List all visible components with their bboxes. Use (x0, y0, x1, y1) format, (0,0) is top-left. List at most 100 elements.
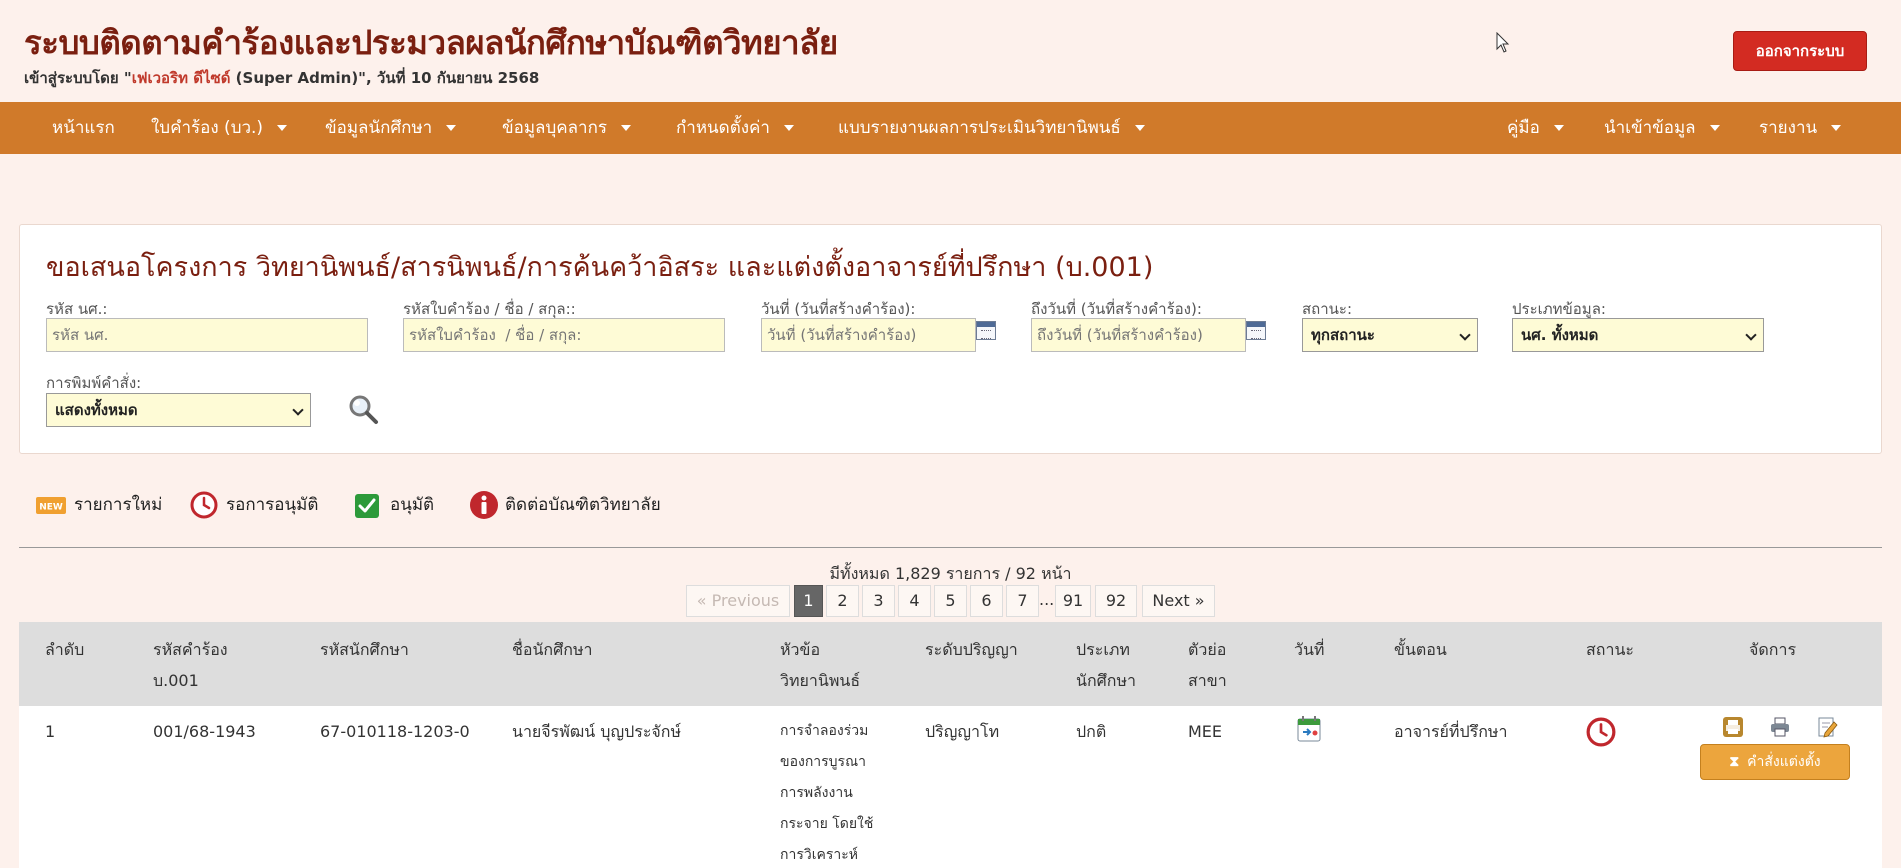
col-manage: จัดการ (1749, 640, 1797, 659)
divider (19, 547, 1882, 548)
data-type-select-value: นศ. ทั้งหมด (1521, 326, 1599, 344)
date-to-input[interactable] (1031, 318, 1246, 352)
search-panel: ขอเสนอโครงการ วิทยานิพนธ์/สารนิพนธ์/การค… (19, 224, 1882, 454)
printer-icon[interactable] (1769, 716, 1791, 738)
data-type-select[interactable]: นศ. ทั้งหมด (1512, 318, 1764, 352)
app-title: ระบบติดตามคำร้องและประมวลผลนักศึกษาบัณฑิ… (24, 23, 838, 62)
checkmark-icon (355, 494, 379, 518)
date-from-input[interactable] (761, 318, 976, 352)
cell-request-code: 001/68-1943 (153, 722, 256, 741)
col-major: ตัวย่อ สาขา (1188, 640, 1227, 690)
legend-approved-label: อนุมัติ (390, 495, 435, 515)
status-select[interactable]: ทุกสถานะ (1302, 318, 1478, 352)
nav-request-label: ใบคำร้อง (บว.) (151, 118, 264, 138)
chevron-down-icon (783, 125, 794, 131)
print-form-icon[interactable] (1722, 716, 1744, 738)
pagination-ellipsis: ... (1039, 590, 1055, 609)
pagination-page-3[interactable]: 3 (862, 585, 895, 617)
nav-manual[interactable]: คู่มือ (1507, 102, 1564, 154)
nav-student[interactable]: ข้อมูลนักศึกษา (325, 102, 457, 154)
nav-settings[interactable]: กำหนดตั้งค่า (676, 102, 794, 154)
chevron-down-icon (1709, 125, 1720, 131)
legend-contact-label: ติดต่อบัณฑิตวิทยาลัย (505, 495, 661, 515)
nav-home[interactable]: หน้าแรก (52, 102, 115, 154)
col-degree: ระดับปริญญา (925, 640, 1018, 659)
calendar-event-icon[interactable] (1297, 716, 1321, 742)
print-order-select[interactable]: แสดงทั้งหมด (46, 393, 311, 427)
pagination-page-92[interactable]: 92 (1095, 585, 1137, 617)
legend-waiting-label: รอการอนุมัติ (226, 495, 319, 515)
nav-staff[interactable]: ข้อมูลบุคลากร (502, 102, 632, 154)
cell-thesis-topic: การจำลองร่วมของการบูรณาการพลังงานกระจาย … (780, 723, 874, 863)
col-request-code: รหัสคำร้อง บ.001 (153, 640, 228, 690)
logout-button[interactable]: ออกจากระบบ (1733, 31, 1867, 71)
cell-degree: ปริญญาโท (925, 722, 1000, 741)
pagination-page-4[interactable]: 4 (898, 585, 931, 617)
chevron-down-icon (1831, 125, 1842, 131)
pagination-page-7[interactable]: 7 (1006, 585, 1039, 617)
nav-home-label: หน้าแรก (52, 118, 115, 138)
status-select-value: ทุกสถานะ (1311, 326, 1375, 344)
edit-icon[interactable] (1816, 716, 1838, 738)
nav-report-form-label: แบบรายงานผลการประเมินวิทยานิพนธ์ (838, 118, 1121, 138)
chevron-down-icon (277, 125, 288, 131)
nav-student-label: ข้อมูลนักศึกษา (325, 118, 433, 138)
appointment-order-button[interactable]: ⧗ คำสั่งแต่งตั้ง (1700, 744, 1850, 780)
pagination-previous[interactable]: « Previous (686, 585, 790, 617)
print-order-select-value: แสดงทั้งหมด (55, 401, 138, 419)
student-id-input[interactable] (46, 318, 368, 352)
nav-manual-label: คู่มือ (1507, 118, 1540, 138)
pagination-page-6[interactable]: 6 (970, 585, 1003, 617)
new-badge-icon: NEW (36, 497, 66, 514)
clock-icon (1586, 717, 1616, 747)
cell-student-type: ปกติ (1076, 722, 1107, 741)
col-status: สถานะ (1586, 640, 1634, 659)
info-icon (470, 491, 498, 519)
mouse-cursor-icon (1496, 32, 1510, 53)
col-thesis-topic: หัวข้อ วิทยานิพนธ์ (780, 640, 861, 690)
nav-settings-label: กำหนดตั้งค่า (676, 118, 770, 138)
nav-request[interactable]: ใบคำร้อง (บว.) (151, 102, 288, 154)
login-prefix: เข้าสู่ระบบโดย " (24, 69, 132, 87)
col-student-id: รหัสนักศึกษา (320, 640, 409, 659)
cell-student-name: นายจีรพัฒน์ บุญประจักษ์ (512, 722, 682, 741)
nav-report-form[interactable]: แบบรายงานผลการประเมินวิทยานิพนธ์ (838, 102, 1145, 154)
col-date: วันที่ (1294, 640, 1325, 659)
col-student-type: ประเภท นักศึกษา (1076, 640, 1136, 690)
panel-title: ขอเสนอโครงการ วิทยานิพนธ์/สารนิพนธ์/การค… (46, 252, 1154, 283)
calendar-icon[interactable] (1246, 321, 1266, 340)
legend-new-label: รายการใหม่ (74, 495, 163, 515)
pagination-page-91[interactable]: 91 (1055, 585, 1091, 617)
nav-staff-label: ข้อมูลบุคลากร (502, 118, 608, 138)
pagination-next[interactable]: Next » (1142, 585, 1215, 617)
col-student-name: ชื่อนักศึกษา (512, 640, 593, 659)
app-header: ระบบติดตามคำร้องและประมวลผลนักศึกษาบัณฑิ… (0, 0, 1901, 102)
pagination-page-2[interactable]: 2 (826, 585, 859, 617)
cell-major: MEE (1188, 722, 1223, 741)
nav-import[interactable]: นำเข้าข้อมูล (1604, 102, 1720, 154)
pagination-page-1[interactable]: 1 (794, 585, 823, 617)
new-badge-text: NEW (39, 503, 63, 513)
table-row: 1 001/68-1943 67-010118-1203-0 นายจีรพัฒ… (19, 706, 1882, 868)
cell-step: อาจารย์ที่ปรึกษา (1394, 722, 1508, 741)
chevron-down-icon (1553, 125, 1564, 131)
hourglass-icon: ⧗ (1729, 754, 1740, 770)
col-step: ขั้นตอน (1394, 640, 1447, 659)
calendar-icon[interactable] (976, 321, 996, 340)
pagination-summary: มีทั้งหมด 1,829 รายการ / 92 หน้า (829, 564, 1072, 583)
pagination-page-5[interactable]: 5 (934, 585, 967, 617)
nav-report[interactable]: รายงาน (1759, 102, 1842, 154)
chevron-down-icon (446, 125, 457, 131)
chevron-down-icon (1459, 329, 1471, 341)
clock-icon (190, 491, 218, 519)
cell-student-id: 67-010118-1203-0 (320, 722, 470, 741)
login-info: เข้าสู่ระบบโดย "เฟเวอริท ดีไซด์ (Super A… (24, 66, 539, 90)
chevron-down-icon (292, 404, 304, 416)
login-suffix: (Super Admin)", วันที่ 10 กันยายน 2568 (230, 69, 540, 87)
search-icon[interactable] (347, 393, 379, 425)
chevron-down-icon (621, 125, 632, 131)
request-search-input[interactable] (403, 318, 725, 352)
nav-report-label: รายงาน (1759, 118, 1818, 138)
appointment-order-label: คำสั่งแต่งตั้ง (1747, 754, 1821, 770)
nav-import-label: นำเข้าข้อมูล (1604, 118, 1696, 138)
